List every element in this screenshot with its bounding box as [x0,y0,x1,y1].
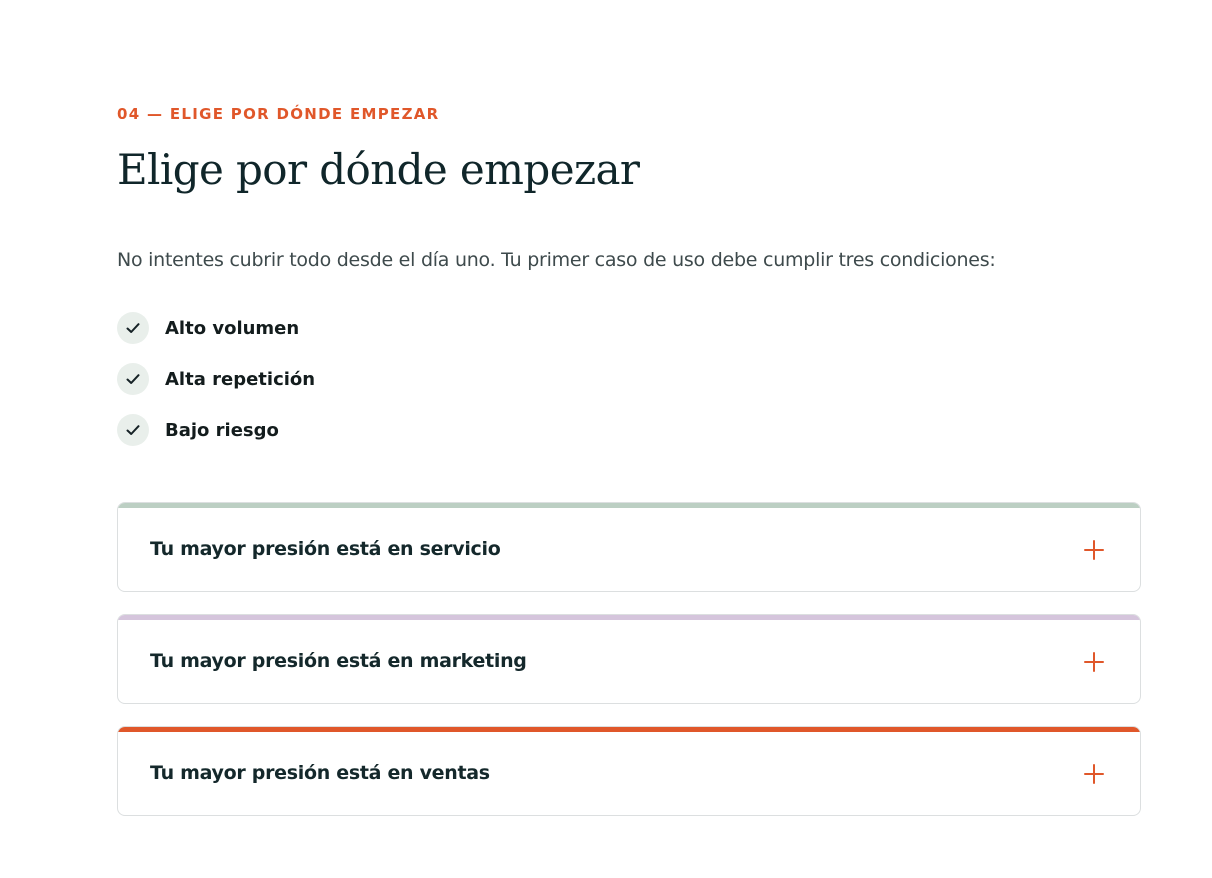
accordion-item-ventas[interactable]: Tu mayor presión está en ventas [117,726,1141,816]
accordion-accent-bar [118,503,1140,508]
checklist-item: Alta repetición [117,362,315,396]
pressure-accordion: Tu mayor presión está en servicio Tu may… [117,502,1141,816]
accordion-item-title: Tu mayor presión está en servicio [150,538,501,560]
plus-icon[interactable] [1084,764,1104,784]
plus-icon[interactable] [1084,652,1104,672]
accordion-item-servicio[interactable]: Tu mayor presión está en servicio [117,502,1141,592]
conditions-checklist: Alto volumen Alta repetición Bajo riesgo [117,311,315,464]
intro-text: No intentes cubrir todo desde el día uno… [117,249,996,271]
checkmark-icon [117,363,149,395]
checklist-item-label: Bajo riesgo [165,419,279,441]
accordion-accent-bar [118,727,1140,732]
checklist-item: Bajo riesgo [117,413,315,447]
section-title: Elige por dónde empezar [117,145,640,194]
plus-icon[interactable] [1084,540,1104,560]
accordion-accent-bar [118,615,1140,620]
checklist-item-label: Alta repetición [165,368,316,390]
accordion-item-title: Tu mayor presión está en marketing [150,650,527,672]
accordion-item-marketing[interactable]: Tu mayor presión está en marketing [117,614,1141,704]
checklist-item-label: Alto volumen [165,317,300,339]
section-eyebrow: 04 — ELIGE POR DÓNDE EMPEZAR [117,105,440,123]
checkmark-icon [117,312,149,344]
checklist-item: Alto volumen [117,311,315,345]
accordion-item-title: Tu mayor presión está en ventas [150,762,490,784]
checkmark-icon [117,414,149,446]
